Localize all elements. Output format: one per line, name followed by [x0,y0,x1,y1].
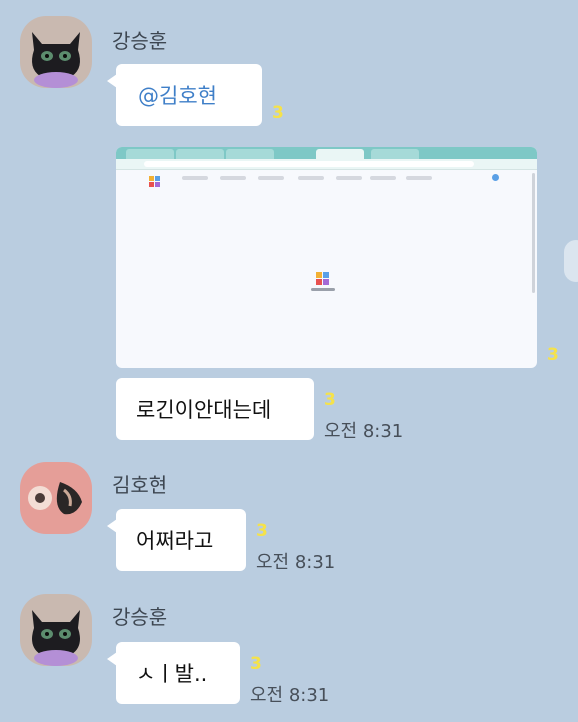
sender-name: 강승훈 [112,29,168,53]
sender-name: 강승훈 [112,605,168,629]
sender-avatar[interactable] [20,594,92,666]
message-time: 오전 8:31 [250,685,330,706]
unread-count: 3 [547,345,559,365]
unread-count: 3 [324,390,336,410]
sender-name: 김호현 [112,473,168,497]
black-cat-plush-icon [20,594,92,666]
shared-screenshot-image[interactable] [116,147,537,368]
message-time: 오전 8:31 [256,552,336,573]
sender-avatar[interactable] [20,16,92,88]
message-text: ㅅㅣ발.. [136,662,208,686]
pink-donut-photo-icon [20,462,92,534]
sender-avatar[interactable] [20,462,92,534]
unread-count: 3 [250,654,262,674]
message-text: 어쩌라고 [136,529,214,553]
mention-text[interactable]: @김호현 [138,80,217,110]
side-panel-handle[interactable] [564,240,578,282]
message-text: 로긴이안대는데 [136,398,272,422]
black-cat-plush-icon [20,16,92,88]
unread-count: 3 [272,103,284,123]
message-bubble[interactable]: @김호현 [107,64,262,126]
unread-count: 3 [256,521,268,541]
message-bubble[interactable]: ㅅㅣ발.. [107,642,240,704]
message-bubble[interactable]: 어쩌라고 [107,509,246,571]
message-time: 오전 8:31 [324,421,404,442]
message-bubble[interactable]: 로긴이안대는데 [116,378,314,440]
